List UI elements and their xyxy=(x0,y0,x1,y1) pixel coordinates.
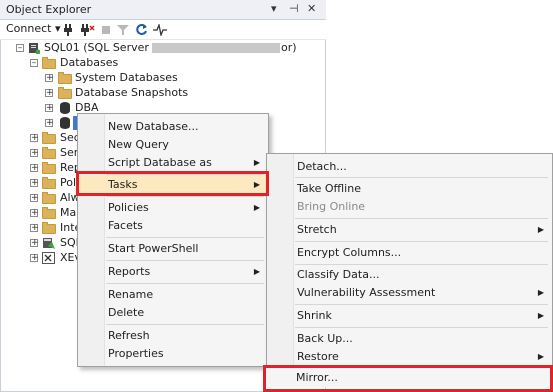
chevron-down-icon: ▾ xyxy=(54,22,61,35)
tree-label: System Databases xyxy=(75,71,178,84)
menu-separator xyxy=(295,241,548,242)
menu-item-classify-data[interactable]: Classify Data... xyxy=(267,265,552,284)
folder-icon xyxy=(42,192,56,204)
expand-icon[interactable]: + xyxy=(30,134,39,143)
menu-item-back-up[interactable]: Back Up... xyxy=(267,329,552,348)
menu-separator xyxy=(106,237,264,238)
folder-icon xyxy=(42,147,56,159)
folder-icon xyxy=(42,222,56,234)
tasks-highlight-box xyxy=(76,171,269,196)
expand-icon[interactable]: + xyxy=(30,239,39,248)
close-icon[interactable]: ✕ xyxy=(307,2,316,15)
folder-icon xyxy=(42,207,56,219)
plug-disconnect-icon[interactable] xyxy=(79,24,95,36)
refresh-icon[interactable] xyxy=(135,23,148,36)
menu-item-encrypt-columns[interactable]: Encrypt Columns... xyxy=(267,243,552,262)
menu-separator xyxy=(106,260,264,261)
menu-item-reports[interactable]: Reports ▶ xyxy=(78,262,268,281)
menu-item-rename[interactable]: Rename xyxy=(78,285,268,304)
expand-icon[interactable]: + xyxy=(30,149,39,158)
expand-icon[interactable]: + xyxy=(45,119,54,128)
submenu-arrow-icon: ▶ xyxy=(253,158,260,167)
dropdown-icon[interactable]: ▾ xyxy=(271,2,277,15)
tree-node-server[interactable]: – SQL01 (SQL Server or) xyxy=(0,40,326,56)
collapse-icon[interactable]: – xyxy=(16,44,24,53)
menu-separator xyxy=(295,218,548,219)
folder-icon xyxy=(42,177,56,189)
sql-agent-icon xyxy=(43,238,55,249)
menu-item-refresh[interactable]: Refresh xyxy=(78,326,268,345)
menu-separator xyxy=(295,177,548,178)
menu-item-restore[interactable]: Restore ▶ xyxy=(267,347,552,366)
submenu-arrow-icon: ▶ xyxy=(537,288,544,297)
menu-item-bring-online: Bring Online xyxy=(297,200,366,213)
submenu-arrow-icon: ▶ xyxy=(537,225,544,234)
submenu-arrow-icon: ▶ xyxy=(253,267,260,276)
object-explorer-title-bar: Object Explorer ▾ ⊣ ✕ xyxy=(0,0,326,20)
panel-title: Object Explorer xyxy=(6,3,92,16)
expand-icon[interactable]: + xyxy=(45,89,54,98)
xevent-profiler-icon xyxy=(42,252,55,264)
folder-icon xyxy=(58,87,72,99)
expand-icon[interactable]: + xyxy=(30,164,39,173)
expand-icon[interactable]: + xyxy=(45,74,54,83)
server-icon xyxy=(29,43,40,54)
menu-item-detach[interactable]: Detach... xyxy=(267,157,552,176)
expand-icon[interactable]: + xyxy=(30,224,39,233)
database-context-menu: New Database... New Query Script Databas… xyxy=(77,113,269,367)
stop-icon[interactable] xyxy=(101,25,111,35)
object-explorer-toolbar: Connect ▾ xyxy=(0,20,326,40)
tree-label: Database Snapshots xyxy=(75,86,189,99)
menu-item-shrink[interactable]: Shrink ▶ xyxy=(267,306,552,325)
menu-item-start-powershell[interactable]: Start PowerShell xyxy=(78,239,268,258)
menu-item-take-offline[interactable]: Take Offline xyxy=(267,179,552,198)
server-name-prefix: SQL01 (SQL Server xyxy=(44,41,149,54)
collapse-icon[interactable]: – xyxy=(30,59,38,68)
tree-node-databases[interactable]: – Databases xyxy=(0,55,326,71)
menu-item-script-database-as[interactable]: Script Database as ▶ xyxy=(78,153,268,172)
connect-button[interactable]: Connect ▾ xyxy=(6,22,61,35)
menu-item-new-query[interactable]: New Query xyxy=(78,135,268,154)
menu-separator xyxy=(106,196,264,197)
menu-item-new-database[interactable]: New Database... xyxy=(78,117,268,136)
submenu-arrow-icon: ▶ xyxy=(537,311,544,320)
menu-item-facets[interactable]: Facets xyxy=(78,216,268,235)
menu-item-policies[interactable]: Policies ▶ xyxy=(78,198,268,217)
connect-label: Connect xyxy=(6,22,52,35)
submenu-arrow-icon: ▶ xyxy=(537,352,544,361)
activity-monitor-icon[interactable] xyxy=(153,24,167,36)
redacted-server-version xyxy=(152,43,280,53)
tree-node-database-snapshots[interactable]: + Database Snapshots xyxy=(0,85,326,101)
expand-icon[interactable]: + xyxy=(45,104,54,113)
filter-icon[interactable] xyxy=(117,24,129,36)
menu-item-vulnerability-assessment[interactable]: Vulnerability Assessment ▶ xyxy=(267,283,552,302)
tasks-submenu: Detach... Take Offline Bring Online Stre… xyxy=(266,153,553,373)
menu-separator xyxy=(295,304,548,305)
database-icon xyxy=(60,102,70,114)
expand-icon[interactable]: + xyxy=(30,194,39,203)
expand-icon[interactable]: + xyxy=(30,254,39,263)
folder-icon xyxy=(42,132,56,144)
menu-separator xyxy=(106,324,264,325)
expand-icon[interactable]: + xyxy=(30,179,39,188)
plug-connect-icon[interactable] xyxy=(62,24,74,36)
tree-node-system-databases[interactable]: + System Databases xyxy=(0,70,326,86)
server-name-suffix: or) xyxy=(281,41,297,54)
menu-separator xyxy=(295,327,548,328)
menu-item-stretch[interactable]: Stretch ▶ xyxy=(267,220,552,239)
menu-item-properties[interactable]: Properties xyxy=(78,344,268,363)
pin-icon[interactable]: ⊣ xyxy=(289,2,299,15)
submenu-arrow-icon: ▶ xyxy=(253,203,260,212)
folder-icon xyxy=(42,57,56,69)
mirror-highlight-box xyxy=(263,365,553,392)
menu-item-delete[interactable]: Delete xyxy=(78,303,268,322)
database-icon xyxy=(60,117,70,129)
expand-icon[interactable]: + xyxy=(30,209,39,218)
menu-separator xyxy=(106,283,264,284)
folder-icon xyxy=(42,162,56,174)
folder-icon xyxy=(58,72,72,84)
tree-label: Databases xyxy=(60,56,119,69)
